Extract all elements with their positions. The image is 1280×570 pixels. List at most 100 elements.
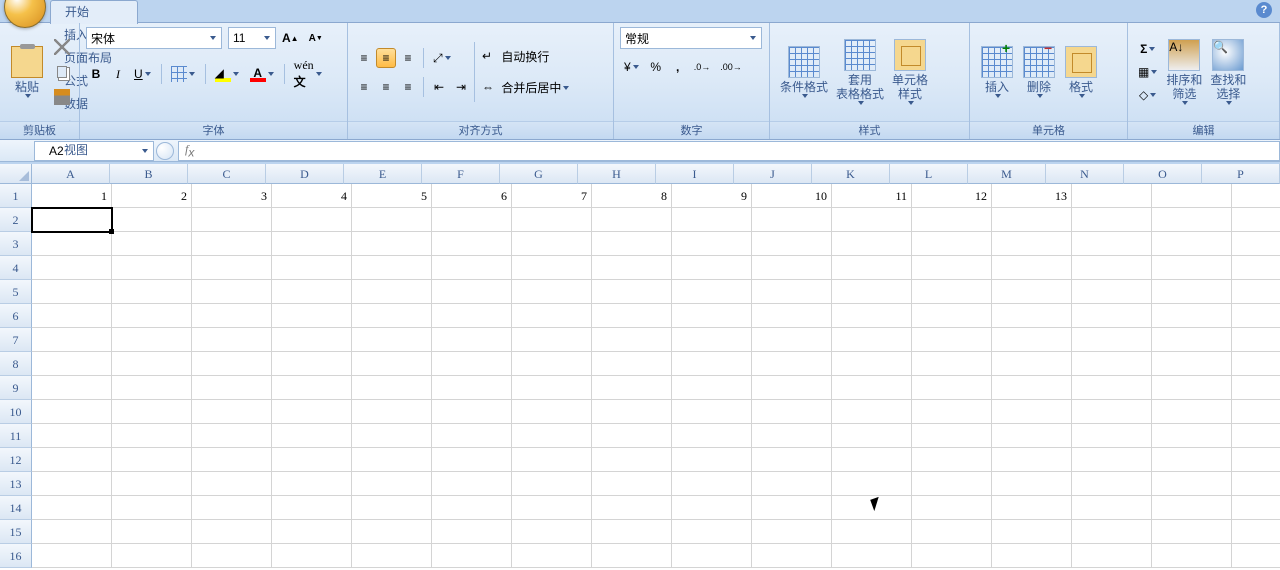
cell[interactable] [752,448,832,472]
cell[interactable] [1072,400,1152,424]
cell[interactable] [1232,544,1280,568]
cell[interactable] [1072,184,1152,208]
font-size-combo[interactable]: 11 [228,27,276,49]
fill-button[interactable]: ▦ [1134,62,1162,82]
cell[interactable] [112,352,192,376]
cell[interactable] [992,328,1072,352]
cell[interactable] [592,472,672,496]
cell[interactable] [192,400,272,424]
cell[interactable] [32,328,112,352]
cell[interactable] [672,400,752,424]
cell[interactable] [272,520,352,544]
cell[interactable] [112,208,192,232]
row-header-6[interactable]: 6 [0,304,32,328]
cell[interactable] [32,304,112,328]
cell[interactable] [592,376,672,400]
cell[interactable] [672,424,752,448]
cell[interactable] [352,448,432,472]
insert-cells-button[interactable]: 插入 [976,43,1018,101]
cell[interactable] [1232,280,1280,304]
cell[interactable] [432,472,512,496]
cell[interactable] [32,472,112,496]
cell[interactable] [512,520,592,544]
cell[interactable] [192,376,272,400]
cell[interactable] [432,352,512,376]
col-header-B[interactable]: B [110,164,188,184]
row-header-4[interactable]: 4 [0,256,32,280]
cell[interactable] [1152,544,1232,568]
row-header-5[interactable]: 5 [0,280,32,304]
cell[interactable] [112,496,192,520]
cell[interactable] [1152,280,1232,304]
cell[interactable] [1072,304,1152,328]
cell[interactable] [32,376,112,400]
cell[interactable] [752,376,832,400]
cell[interactable] [752,280,832,304]
indent-decrease-button[interactable]: ⇤ [429,77,449,97]
cell[interactable] [432,544,512,568]
cell[interactable] [832,304,912,328]
cell[interactable] [32,280,112,304]
cell[interactable] [112,520,192,544]
cell[interactable] [992,448,1072,472]
cell[interactable] [272,280,352,304]
cell[interactable] [752,256,832,280]
cell[interactable] [912,496,992,520]
comma-button[interactable]: , [668,57,688,77]
cell[interactable] [1072,496,1152,520]
row-header-14[interactable]: 14 [0,496,32,520]
cell[interactable] [752,424,832,448]
cell[interactable] [112,544,192,568]
cell[interactable] [672,304,752,328]
fill-handle[interactable] [109,229,114,234]
cell-styles-button[interactable]: 单元格 样式 [888,36,932,108]
cell[interactable] [272,256,352,280]
cell[interactable] [432,256,512,280]
row-header-10[interactable]: 10 [0,400,32,424]
cell[interactable] [432,328,512,352]
formula-bar[interactable]: fx [178,141,1280,161]
cell[interactable] [592,280,672,304]
cell[interactable] [272,400,352,424]
decrease-decimal-button[interactable]: .00→ [716,57,746,77]
col-header-F[interactable]: F [422,164,500,184]
cell[interactable] [832,424,912,448]
cell[interactable] [592,424,672,448]
cell[interactable] [352,496,432,520]
cell[interactable] [1152,352,1232,376]
row-header-9[interactable]: 9 [0,376,32,400]
cell[interactable] [1232,208,1280,232]
cell[interactable] [672,256,752,280]
cell[interactable] [1152,520,1232,544]
cell[interactable] [1232,256,1280,280]
cell[interactable] [672,280,752,304]
wrap-text-button[interactable]: ↵ 自动换行 [478,45,578,68]
cell[interactable] [352,208,432,232]
format-table-button[interactable]: 套用 表格格式 [832,36,888,108]
row-header-15[interactable]: 15 [0,520,32,544]
cell[interactable] [672,328,752,352]
cell[interactable] [752,304,832,328]
cell[interactable] [512,496,592,520]
cell[interactable] [832,256,912,280]
cell[interactable] [592,328,672,352]
cell[interactable] [32,208,112,232]
cell[interactable] [912,352,992,376]
cell[interactable] [912,328,992,352]
col-header-J[interactable]: J [734,164,812,184]
cell[interactable] [32,400,112,424]
cell[interactable] [832,280,912,304]
col-header-D[interactable]: D [266,164,344,184]
row-header-2[interactable]: 2 [0,208,32,232]
spreadsheet-grid[interactable]: ABCDEFGHIJKLMNOP 12345678910111213141516… [0,164,1280,570]
cell[interactable] [992,304,1072,328]
cell[interactable] [512,448,592,472]
cell[interactable] [832,376,912,400]
row-header-8[interactable]: 8 [0,352,32,376]
cell[interactable] [752,496,832,520]
cell[interactable] [352,304,432,328]
row-header-1[interactable]: 1 [0,184,32,208]
cell[interactable] [1152,496,1232,520]
cell[interactable] [992,544,1072,568]
cell[interactable] [272,544,352,568]
